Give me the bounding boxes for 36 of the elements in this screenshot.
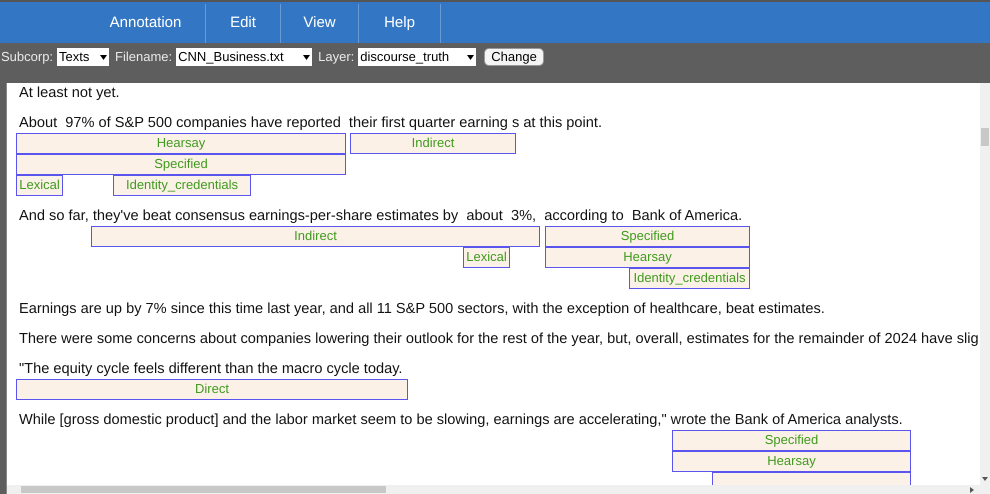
- vertical-scrollbar[interactable]: [980, 83, 990, 485]
- dropdown-caret-icon: [467, 54, 474, 60]
- annotation-tag[interactable]: Indirect: [91, 226, 540, 247]
- field-label: Filename:: [115, 48, 172, 66]
- annotation-tag[interactable]: Identity_credentials: [113, 175, 251, 196]
- scroll-thumb[interactable]: [21, 486, 386, 493]
- annotation-tag[interactable]: Direct: [16, 379, 408, 400]
- sentence-text: And so far, they've beat consensus earnings-per-share estimates by about 3%, according to Bank of America.: [18, 207, 742, 226]
- select-dropdown[interactable]: Texts: [57, 48, 110, 66]
- annotation-tag[interactable]: Identity_credentials: [629, 268, 750, 289]
- change-button[interactable]: Change: [484, 48, 544, 66]
- horizontal-scrollbar[interactable]: [7, 485, 990, 494]
- sentence-text: At least not yet.: [18, 84, 120, 103]
- sentence-text: There were some concerns about companies lowering their outlook for the rest of the year, but, overall, estimates for the remainder of 2024 have slig: [18, 330, 979, 349]
- field-label: Subcorp:: [1, 48, 54, 66]
- annotation-tag[interactable]: Lexical: [16, 175, 63, 196]
- sentence-text: Earnings are up by 7% since this time last year, and all 11 S&P 500 sectors, with the exception of healthcare, beat estimates.: [18, 300, 825, 319]
- annotation-tag[interactable]: Specified: [545, 226, 750, 247]
- annotation-tag[interactable]: Specified: [16, 154, 346, 175]
- select-dropdown[interactable]: CNN_Business.txt: [176, 48, 312, 66]
- dropdown-caret-icon: [100, 54, 108, 60]
- sentence-text: About 97% of S&P 500 companies have reported their first quarter earning s at this point.: [18, 114, 602, 133]
- annotation-tag[interactable]: Hearsay: [545, 247, 750, 268]
- field-label: Layer:: [318, 48, 354, 66]
- annotation-tag[interactable]: Hearsay: [16, 133, 346, 154]
- annotation-tag[interactable]: Lexical: [463, 247, 510, 268]
- scroll-down-icon[interactable]: [982, 477, 988, 481]
- scroll-thumb[interactable]: [981, 128, 989, 146]
- annotation-tag[interactable]: Specified: [672, 430, 911, 451]
- dropdown-caret-icon: [303, 54, 310, 60]
- sentence-text: While [gross domestic product] and the labor market seem to be slowing, earnings are accelerating," wrote the Bank of America analysts.: [18, 411, 903, 430]
- annotation-tag[interactable]: Hearsay: [672, 451, 911, 472]
- sentence-text: "The equity cycle feels different than the macro cycle today.: [18, 360, 402, 379]
- annotation-tag[interactable]: Indirect: [350, 133, 516, 154]
- select-dropdown[interactable]: discourse_truth: [358, 48, 476, 66]
- scroll-right-icon[interactable]: [970, 487, 974, 493]
